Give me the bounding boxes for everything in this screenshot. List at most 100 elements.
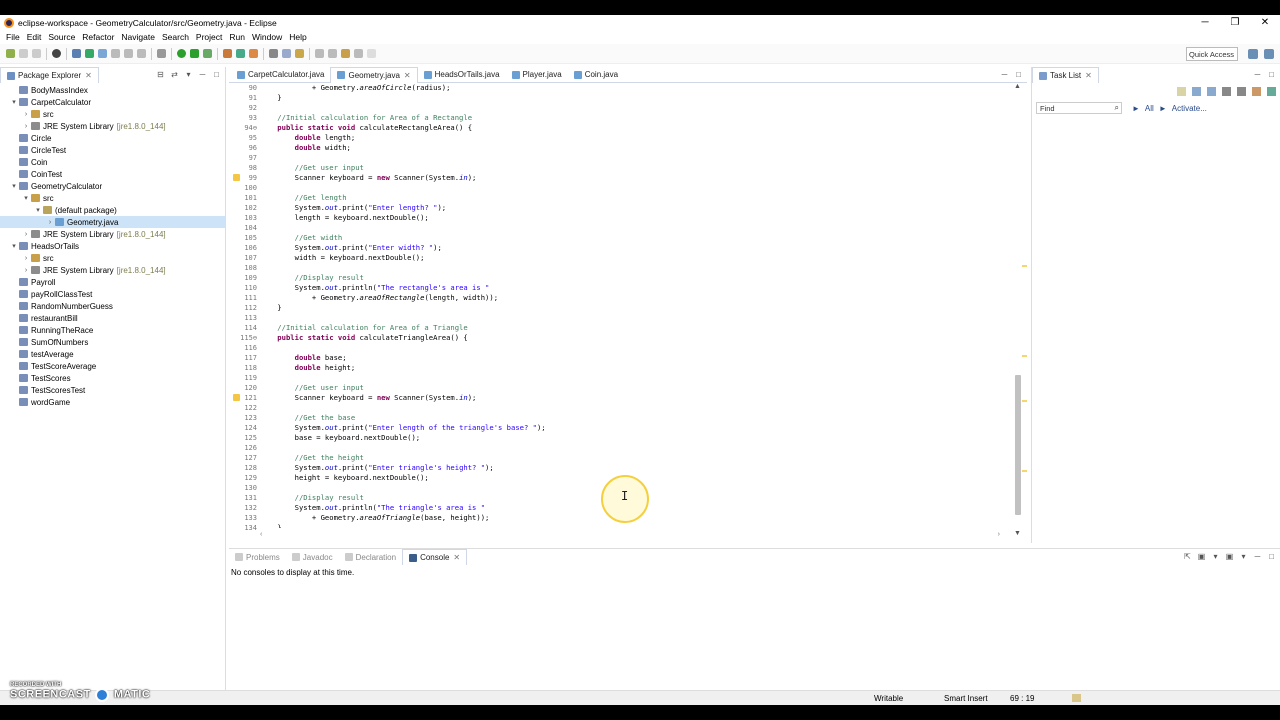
tree-item[interactable]: BodyMassIndex: [0, 84, 225, 96]
minimize-view-icon[interactable]: ─: [1253, 552, 1262, 561]
maximize-view-icon[interactable]: □: [1014, 70, 1023, 79]
tree-item[interactable]: › JRE System Library [jre1.8.0_144]: [0, 264, 225, 276]
tree-item[interactable]: TestScoresTest: [0, 384, 225, 396]
tree-item[interactable]: › Geometry.java: [0, 216, 225, 228]
tree-item[interactable]: wordGame: [0, 396, 225, 408]
tree-item[interactable]: RunningTheRace: [0, 324, 225, 336]
debug-icon[interactable]: [52, 49, 61, 58]
view-menu-icon[interactable]: [1267, 87, 1276, 96]
tree-item[interactable]: › src: [0, 252, 225, 264]
external-tools-icon[interactable]: [203, 49, 212, 58]
synchronize-icon[interactable]: [1252, 87, 1261, 96]
display-console-icon[interactable]: ▣: [1197, 552, 1206, 561]
view-menu-icon[interactable]: ▾: [1239, 552, 1248, 561]
tab-task-list[interactable]: Task List ✕: [1032, 67, 1099, 83]
tab-declaration[interactable]: Declaration: [339, 549, 402, 565]
collapse-all-icon[interactable]: [1237, 87, 1246, 96]
tree-item[interactable]: ▾ GeometryCalculator: [0, 180, 225, 192]
tab-headsortails-java[interactable]: HeadsOrTails.java: [418, 67, 506, 83]
tab-coin-java[interactable]: Coin.java: [568, 67, 624, 83]
scroll-up-icon[interactable]: ▲: [1014, 83, 1021, 90]
close-button[interactable]: ✕: [1250, 15, 1280, 30]
tree-item[interactable]: CoinTest: [0, 168, 225, 180]
open-perspective-icon[interactable]: [1248, 49, 1258, 59]
scroll-down-icon[interactable]: ▼: [1014, 530, 1021, 537]
tree-item[interactable]: SumOfNumbers: [0, 336, 225, 348]
menu-file[interactable]: File: [6, 32, 20, 42]
new-task-icon[interactable]: [1177, 87, 1186, 96]
expand-toggle-icon[interactable]: ▾: [34, 206, 42, 214]
warning-icon[interactable]: [233, 394, 240, 401]
debug-config-icon[interactable]: [157, 49, 166, 58]
warning-icon[interactable]: [233, 174, 240, 181]
tree-item[interactable]: Coin: [0, 156, 225, 168]
expand-toggle-icon[interactable]: ▾: [10, 242, 18, 250]
prev-annotation-icon[interactable]: [328, 49, 337, 58]
tab-geometry-java[interactable]: Geometry.java ✕: [330, 67, 418, 83]
tree-item[interactable]: › src: [0, 108, 225, 120]
scrollbar-thumb[interactable]: [1015, 375, 1021, 515]
save-all-icon[interactable]: [32, 49, 41, 58]
tree-item[interactable]: CircleTest: [0, 144, 225, 156]
menu-edit[interactable]: Edit: [27, 32, 42, 42]
activate-link[interactable]: Activate...: [1172, 104, 1207, 113]
new-class-icon[interactable]: [249, 49, 258, 58]
forward-icon[interactable]: [367, 49, 376, 58]
tree-item[interactable]: ▾ HeadsOrTails: [0, 240, 225, 252]
link-editor-icon[interactable]: ⇄: [170, 70, 179, 79]
collapse-all-icon[interactable]: ⊟: [156, 70, 165, 79]
tab-player-java[interactable]: Player.java: [506, 67, 568, 83]
tab-problems[interactable]: Problems: [229, 549, 286, 565]
annotation-icon[interactable]: [295, 49, 304, 58]
block-selection-icon[interactable]: [111, 49, 120, 58]
view-menu-icon[interactable]: ▾: [184, 70, 193, 79]
pin-console-icon[interactable]: ⇱: [1183, 552, 1192, 561]
back-icon[interactable]: [354, 49, 363, 58]
minimize-view-icon[interactable]: ─: [1000, 70, 1009, 79]
coverage-icon[interactable]: [190, 49, 199, 58]
menu-help[interactable]: Help: [289, 32, 306, 42]
expand-toggle-icon[interactable]: ›: [22, 231, 30, 238]
tree-item[interactable]: ▾ CarpetCalculator: [0, 96, 225, 108]
menu-navigate[interactable]: Navigate: [121, 32, 155, 42]
tree-item[interactable]: › JRE System Library [jre1.8.0_144]: [0, 120, 225, 132]
horizontal-scrollbar[interactable]: ‹ ›: [260, 531, 1000, 541]
tree-item[interactable]: ▾ src: [0, 192, 225, 204]
scroll-left-icon[interactable]: ‹: [260, 531, 262, 538]
tree-item[interactable]: testAverage: [0, 348, 225, 360]
close-icon[interactable]: ✕: [1085, 71, 1092, 80]
minimize-view-icon[interactable]: ─: [198, 70, 207, 79]
open-console-icon[interactable]: ▾: [1211, 552, 1220, 561]
tree-item[interactable]: Circle: [0, 132, 225, 144]
save-icon[interactable]: [19, 49, 28, 58]
pin-icon[interactable]: [137, 49, 146, 58]
toggle-mark-occurrences-icon[interactable]: [98, 49, 107, 58]
show-whitespace-icon[interactable]: [124, 49, 133, 58]
tab-carpetcalculator-java[interactable]: CarpetCalculator.java: [231, 67, 330, 83]
expand-toggle-icon[interactable]: ›: [46, 219, 54, 226]
find-input[interactable]: Find ⌕: [1036, 102, 1122, 114]
overview-ruler[interactable]: [1022, 85, 1027, 531]
tree-item[interactable]: › JRE System Library [jre1.8.0_144]: [0, 228, 225, 240]
tab-package-explorer[interactable]: Package Explorer ✕: [0, 67, 99, 83]
expand-toggle-icon[interactable]: ▾: [10, 182, 18, 190]
progress-icon[interactable]: [1072, 694, 1081, 702]
menu-project[interactable]: Project: [196, 32, 222, 42]
close-icon[interactable]: ✕: [404, 71, 411, 80]
search-icon[interactable]: [282, 49, 291, 58]
run-icon[interactable]: [177, 49, 186, 58]
maximize-view-icon[interactable]: □: [212, 70, 221, 79]
next-annotation-icon[interactable]: [315, 49, 324, 58]
hide-completed-icon[interactable]: [1222, 87, 1231, 96]
open-type-icon-2[interactable]: [269, 49, 278, 58]
scheduled-icon[interactable]: [1207, 87, 1216, 96]
menu-search[interactable]: Search: [162, 32, 189, 42]
search-icon[interactable]: ⌕: [1115, 103, 1119, 113]
new-java-project-icon[interactable]: [223, 49, 232, 58]
new-package-icon[interactable]: [236, 49, 245, 58]
close-icon[interactable]: ✕: [453, 553, 460, 562]
menu-refactor[interactable]: Refactor: [82, 32, 114, 42]
java-perspective-icon[interactable]: [1264, 49, 1274, 59]
new-icon[interactable]: [6, 49, 15, 58]
expand-toggle-icon[interactable]: ›: [22, 267, 30, 274]
